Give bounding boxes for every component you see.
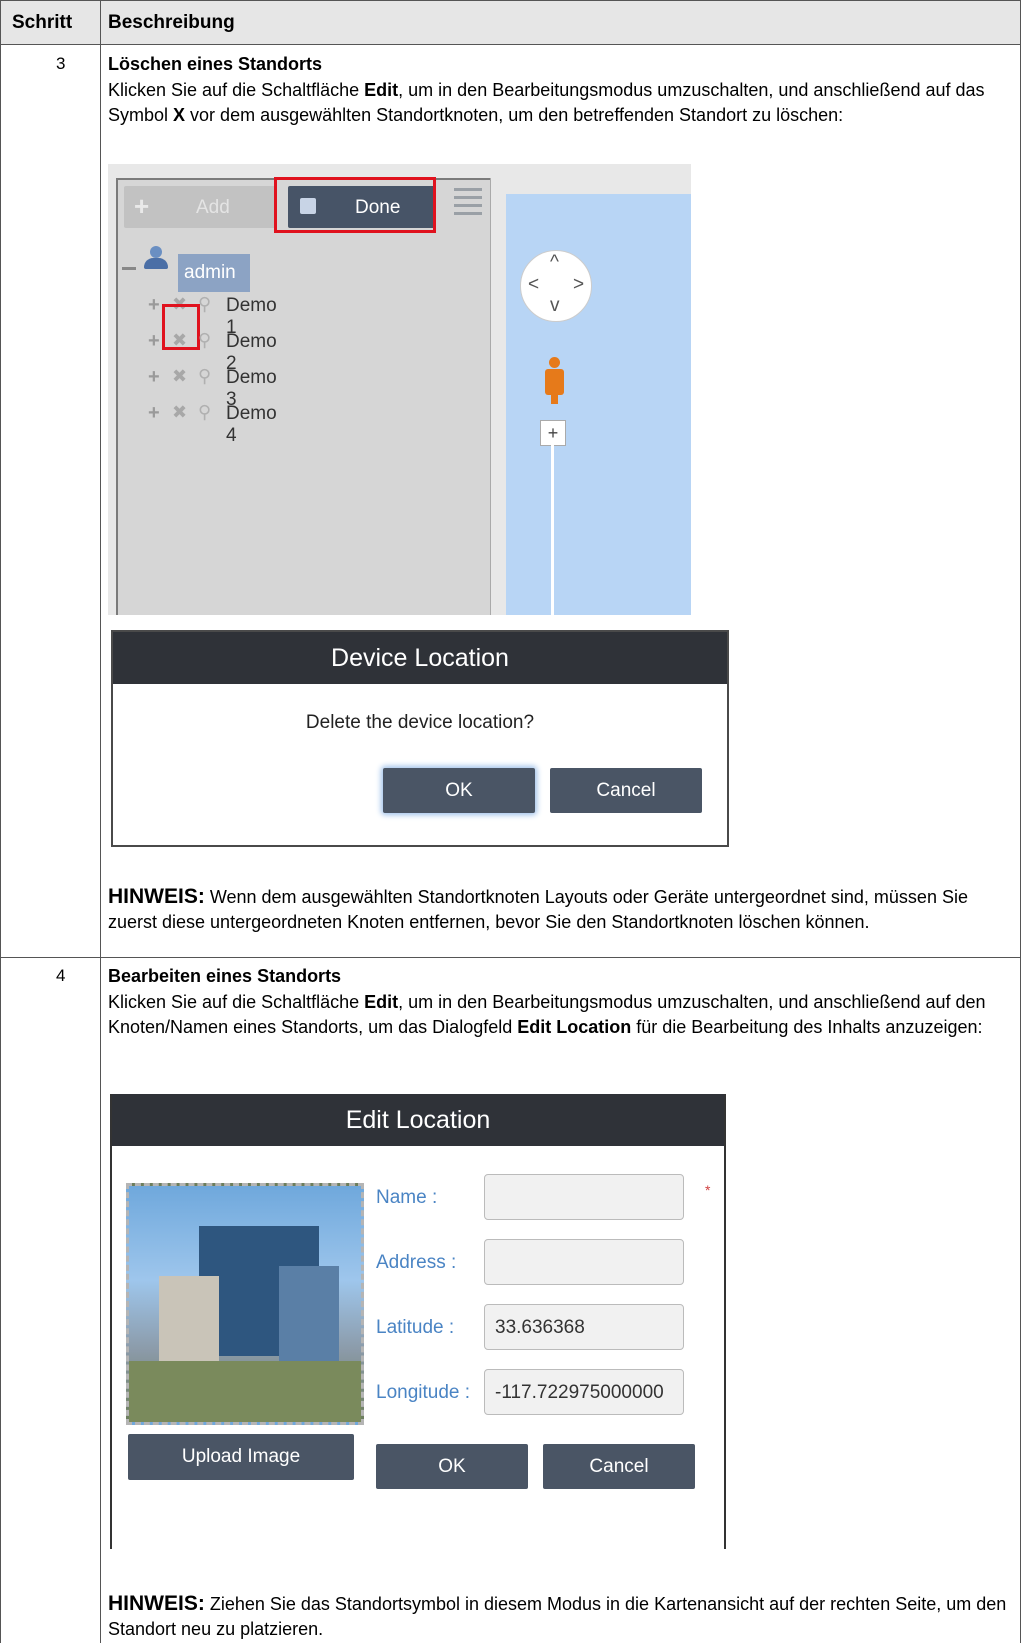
location-tree-screenshot: + Add Done admin + ✖ ⚲ Demo 1 + ✖ ⚲ Demo 2 + ✖ ⚲… xyxy=(108,164,691,615)
note: HINWEIS: Wenn dem ausgewählten Standortk… xyxy=(108,885,968,932)
required-marker: * xyxy=(705,1182,711,1198)
note: HINWEIS: Ziehen Sie das Standortsymbol i… xyxy=(108,1592,1007,1639)
step-title: Löschen eines Standorts xyxy=(108,54,323,74)
edit-location-dialog: Edit Location Name : * Address : Latitud… xyxy=(110,1094,726,1549)
tree-root-admin[interactable]: admin xyxy=(178,254,250,292)
plus-icon[interactable]: + xyxy=(148,402,160,425)
ok-button[interactable]: OK xyxy=(383,768,535,813)
add-button[interactable]: + Add xyxy=(124,186,276,228)
edit-keyword: Edit xyxy=(364,992,399,1012)
location-pin-icon: ⚲ xyxy=(198,402,212,422)
name-label: Name : xyxy=(376,1187,438,1208)
note-label: HINWEIS: xyxy=(108,885,205,908)
plus-icon[interactable]: + xyxy=(148,294,160,317)
location-tree-panel xyxy=(116,178,494,615)
location-pin-icon: ⚲ xyxy=(198,330,212,350)
zoom-in-button[interactable]: + xyxy=(540,420,566,446)
collapse-icon[interactable] xyxy=(122,267,136,270)
zoom-slider[interactable] xyxy=(551,444,554,615)
dialog-message: Delete the device location? xyxy=(305,712,535,733)
instruction-table: Schritt Beschreibung 3 Löschen eines Sta… xyxy=(0,0,1021,1643)
step-number: 3 xyxy=(56,54,66,73)
edit-keyword: Edit xyxy=(364,80,399,100)
step-title: Bearbeiten eines Standorts xyxy=(108,966,342,986)
plus-icon[interactable]: + xyxy=(148,330,160,353)
dialog-title: Edit Location xyxy=(112,1094,724,1146)
street-view-icon[interactable] xyxy=(543,357,565,405)
dialog-title: Device Location xyxy=(113,632,727,684)
pan-right-icon[interactable]: > xyxy=(573,274,584,296)
delete-icon[interactable]: ✖ xyxy=(172,366,187,387)
delete-icon[interactable]: ✖ xyxy=(172,402,187,423)
longitude-field[interactable]: -117.722975000000 xyxy=(484,1369,684,1415)
note-label: HINWEIS: xyxy=(108,1592,205,1615)
plus-icon[interactable]: + xyxy=(148,366,160,389)
step-description: Klicken Sie auf die Schaltfläche Edit, u… xyxy=(108,992,986,1037)
map-pan-control[interactable]: ^ < > v xyxy=(520,250,592,322)
pan-up-icon[interactable]: ^ xyxy=(550,252,559,274)
column-header-description: Beschreibung xyxy=(108,12,235,33)
pan-left-icon[interactable]: < xyxy=(528,274,539,296)
pan-down-icon[interactable]: v xyxy=(550,295,560,317)
upload-image-button[interactable]: Upload Image xyxy=(128,1434,354,1480)
panel-divider xyxy=(490,178,507,615)
device-location-dialog: Device Location Delete the device locati… xyxy=(111,630,729,847)
location-image xyxy=(126,1183,364,1425)
address-label: Address : xyxy=(376,1252,457,1273)
user-icon xyxy=(142,246,170,270)
highlight-done xyxy=(274,177,436,233)
latitude-field[interactable]: 33.636368 xyxy=(484,1304,684,1350)
cancel-button[interactable]: Cancel xyxy=(543,1444,695,1489)
column-header-step: Schritt xyxy=(12,12,73,33)
latitude-label: Latitude : xyxy=(376,1317,455,1338)
edit-location-keyword: Edit Location xyxy=(517,1017,632,1037)
plus-icon: + xyxy=(134,191,150,221)
menu-icon[interactable] xyxy=(454,188,482,220)
address-field[interactable] xyxy=(484,1239,684,1285)
name-field[interactable] xyxy=(484,1174,684,1220)
step-number: 4 xyxy=(56,966,66,985)
ok-button[interactable]: OK xyxy=(376,1444,528,1489)
location-pin-icon: ⚲ xyxy=(198,366,212,386)
cancel-button[interactable]: Cancel xyxy=(550,768,702,813)
x-keyword: X xyxy=(173,105,186,125)
delete-icon[interactable]: ✖ xyxy=(172,330,187,351)
longitude-label: Longitude : xyxy=(376,1382,471,1403)
step-description: Klicken Sie auf die Schaltfläche Edit, u… xyxy=(108,80,985,125)
